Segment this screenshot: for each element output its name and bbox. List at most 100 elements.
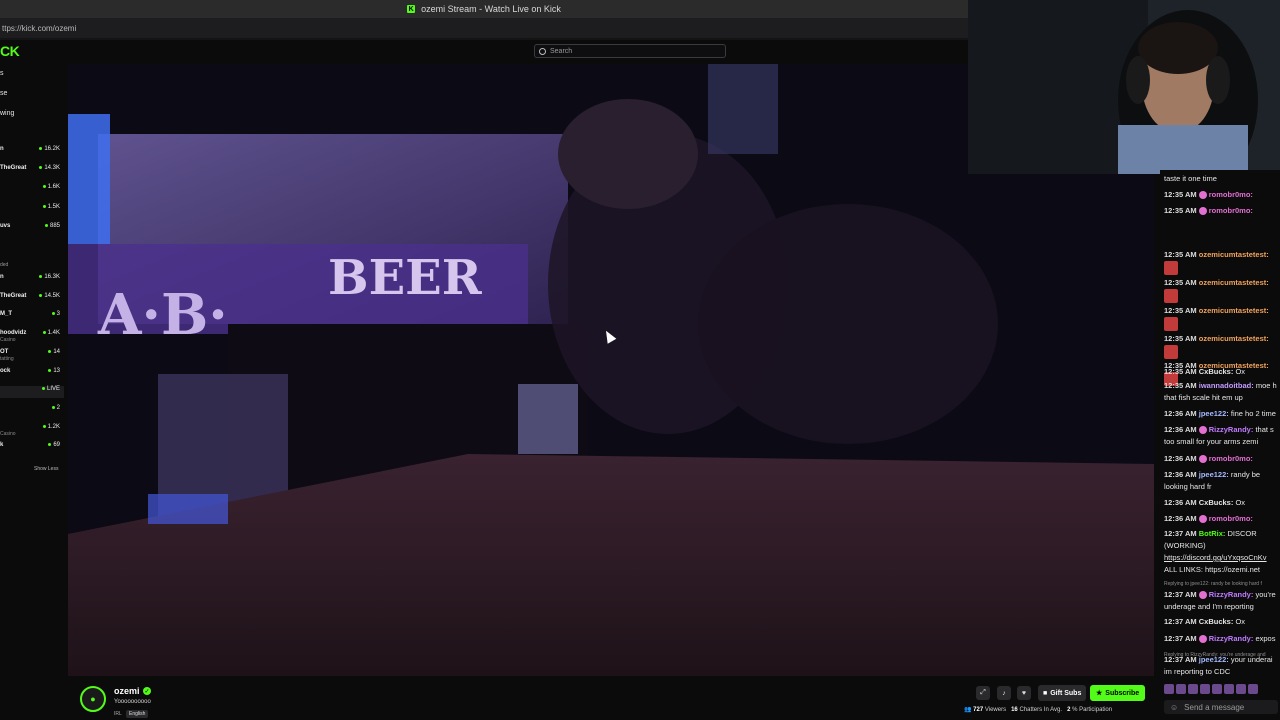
chat-message[interactable]: 12:36 AM RizzyRandy: that s: [1164, 424, 1280, 436]
avatar[interactable]: ●: [80, 686, 106, 712]
chat-message[interactable]: 12:35 AM romobr0mo:: [1164, 205, 1280, 217]
sidebar-nav-following[interactable]: wing: [0, 110, 14, 117]
chat-username[interactable]: iwannadoitbad:: [1199, 381, 1254, 390]
chat-text: expos: [1255, 634, 1276, 643]
chat-username[interactable]: jpee122:: [1199, 655, 1229, 664]
chat-message[interactable]: 12:37 AM RizzyRandy: expos: [1164, 633, 1280, 645]
emote-icon[interactable]: [1224, 684, 1234, 694]
chat-link[interactable]: https://discord.gg/uYxqsoCnKv: [1164, 553, 1267, 562]
sidebar-nav-home[interactable]: s: [0, 70, 4, 77]
chat-username[interactable]: romobr0mo:: [1209, 454, 1253, 463]
chat-username[interactable]: romobr0mo:: [1209, 206, 1253, 215]
emote-bar[interactable]: [1164, 684, 1280, 696]
sidebar-channel[interactable]: n 16.2K: [0, 146, 64, 158]
chat-message[interactable]: https://discord.gg/uYxqsoCnKv: [1164, 552, 1280, 564]
emote-icon[interactable]: [1212, 684, 1222, 694]
chat-username[interactable]: romobr0mo:: [1209, 190, 1253, 199]
address-bar[interactable]: ttps://kick.com/ozemi: [0, 18, 968, 38]
emote-icon[interactable]: [1188, 684, 1198, 694]
emote-icon[interactable]: [1248, 684, 1258, 694]
chat-message[interactable]: im reporting to CDC: [1164, 666, 1280, 678]
chat-username[interactable]: ozemicumtastetest:: [1199, 278, 1269, 287]
viewer-count: 14.5K: [39, 293, 60, 299]
chat-message[interactable]: 12:37 AM jpee122: your underai: [1164, 654, 1280, 666]
chat-message[interactable]: 12:36 AM CxBucks: Ox: [1164, 497, 1280, 509]
sidebar-channel[interactable]: ock 13: [0, 368, 64, 380]
chat-message[interactable]: that fish scale hit em up: [1164, 392, 1280, 404]
subscribe-button[interactable]: ★ Subscribe: [1090, 685, 1146, 701]
chat-text: randy be: [1230, 470, 1261, 479]
heart-icon[interactable]: ♥: [1017, 686, 1031, 700]
chat-username[interactable]: CxBucks:: [1199, 617, 1234, 626]
sidebar-channel-active[interactable]: LIVE: [0, 386, 64, 398]
chat-message[interactable]: 12:35 AM CxBucks: Ox: [1164, 366, 1280, 378]
viewer-count: 1.2K: [43, 424, 60, 430]
participation-label: % Participation: [1072, 707, 1113, 713]
chat-username[interactable]: RizzyRandy:: [1209, 425, 1254, 434]
emote-icon[interactable]: [1236, 684, 1246, 694]
participation-count: 2: [1067, 707, 1071, 713]
sidebar-channel[interactable]: 2: [0, 405, 64, 417]
chat-message[interactable]: 12:35 AM romobr0mo:: [1164, 189, 1280, 201]
emote-icon[interactable]: [1200, 684, 1210, 694]
gift-subs-button[interactable]: ■ Gift Subs: [1038, 685, 1087, 701]
emote-icon[interactable]: [1176, 684, 1186, 694]
chat-message[interactable]: 12:37 AM RizzyRandy: you're: [1164, 589, 1280, 601]
chat-username[interactable]: jpee122:: [1199, 470, 1229, 479]
chat-message[interactable]: looking hard fr: [1164, 481, 1280, 493]
chat-username[interactable]: CxBucks:: [1199, 498, 1234, 507]
chat-message[interactable]: ALL LINKS: https://ozemi.net: [1164, 564, 1280, 576]
chat-message[interactable]: underage and I'm reporting: [1164, 601, 1280, 613]
sidebar-channel[interactable]: M_T 3: [0, 311, 64, 323]
search-input[interactable]: Search: [534, 44, 726, 58]
chat-message[interactable]: 12:37 AM BotRix: DISCOR: [1164, 528, 1280, 540]
language-tag[interactable]: English: [126, 710, 149, 718]
sidebar-channel[interactable]: uvs 885: [0, 223, 64, 235]
chat-message[interactable]: 12:36 AM jpee122: fine ho 2 time: [1164, 408, 1280, 420]
chat-message[interactable]: 12:35 AM ozemicumtastetest:: [1164, 333, 1280, 359]
sidebar-channel[interactable]: hoodvidz Casino 1.4K: [0, 330, 64, 343]
chat-message[interactable]: 12:35 AM iwannadoitbad: moe h: [1164, 380, 1280, 392]
chat-username[interactable]: RizzyRandy:: [1209, 590, 1254, 599]
chat-message[interactable]: 12:36 AM romobr0mo:: [1164, 453, 1280, 465]
chat-message[interactable]: too small for your arms zemi: [1164, 436, 1280, 448]
viewer-count: 69: [48, 442, 60, 448]
chat-timestamp: 12:37 AM: [1164, 529, 1197, 538]
chat-message[interactable]: taste it one time: [1164, 173, 1280, 185]
chat-username[interactable]: jpee122:: [1199, 409, 1229, 418]
chat-message[interactable]: 12:37 AM CxBucks: Ox: [1164, 616, 1280, 628]
chat-message[interactable]: 12:36 AM jpee122: randy be: [1164, 469, 1280, 481]
chat-username[interactable]: RizzyRandy:: [1209, 634, 1254, 643]
sidebar-channel[interactable]: n 16.3K: [0, 274, 64, 286]
sidebar-channel[interactable]: OT tatting 14: [0, 349, 64, 362]
theater-mode-icon[interactable]: ⤢: [976, 686, 990, 700]
chat-message[interactable]: 12:35 AM ozemicumtastetest:: [1164, 305, 1280, 331]
chat-message[interactable]: 12:35 AM ozemicumtastetest:: [1164, 249, 1280, 275]
emoji-icon[interactable]: ☺: [1170, 703, 1178, 712]
kick-logo[interactable]: CK: [0, 43, 20, 59]
chat-username[interactable]: ozemicumtastetest:: [1199, 334, 1269, 343]
show-less-button[interactable]: Show Less: [34, 466, 58, 472]
sidebar-channel[interactable]: 1.5K: [0, 204, 64, 216]
chat-username[interactable]: BotRix:: [1199, 529, 1226, 538]
sidebar-channel[interactable]: Casino 1.2K: [0, 424, 64, 437]
streamer-name[interactable]: ozemi: [114, 686, 140, 696]
chat-timestamp: 12:36 AM: [1164, 454, 1197, 463]
emote-icon[interactable]: [1164, 684, 1174, 694]
chat-username[interactable]: CxBucks:: [1199, 367, 1234, 376]
sidebar-channel[interactable]: TheGreat 14.3K: [0, 165, 64, 177]
sidebar-nav-browse[interactable]: se: [0, 90, 7, 97]
sidebar-channel[interactable]: TheGreat 14.5K: [0, 293, 64, 305]
chat-message[interactable]: 12:36 AM romobr0mo:: [1164, 513, 1280, 525]
viewer-count: 16.2K: [39, 146, 60, 152]
sidebar-channel[interactable]: 1.6K: [0, 184, 64, 196]
stream-category[interactable]: IRL: [114, 711, 122, 717]
chat-message[interactable]: 12:35 AM ozemicumtastetest:: [1164, 277, 1280, 303]
notification-bell-icon[interactable]: ♪: [997, 686, 1011, 700]
chat-message[interactable]: (WORKING): [1164, 540, 1280, 552]
chat-username[interactable]: ozemicumtastetest:: [1199, 250, 1269, 259]
chat-message-input[interactable]: ☺ Send a message: [1164, 700, 1278, 714]
chat-username[interactable]: romobr0mo:: [1209, 514, 1253, 523]
chat-username[interactable]: ozemicumtastetest:: [1199, 306, 1269, 315]
sidebar-channel[interactable]: k 69: [0, 442, 64, 454]
